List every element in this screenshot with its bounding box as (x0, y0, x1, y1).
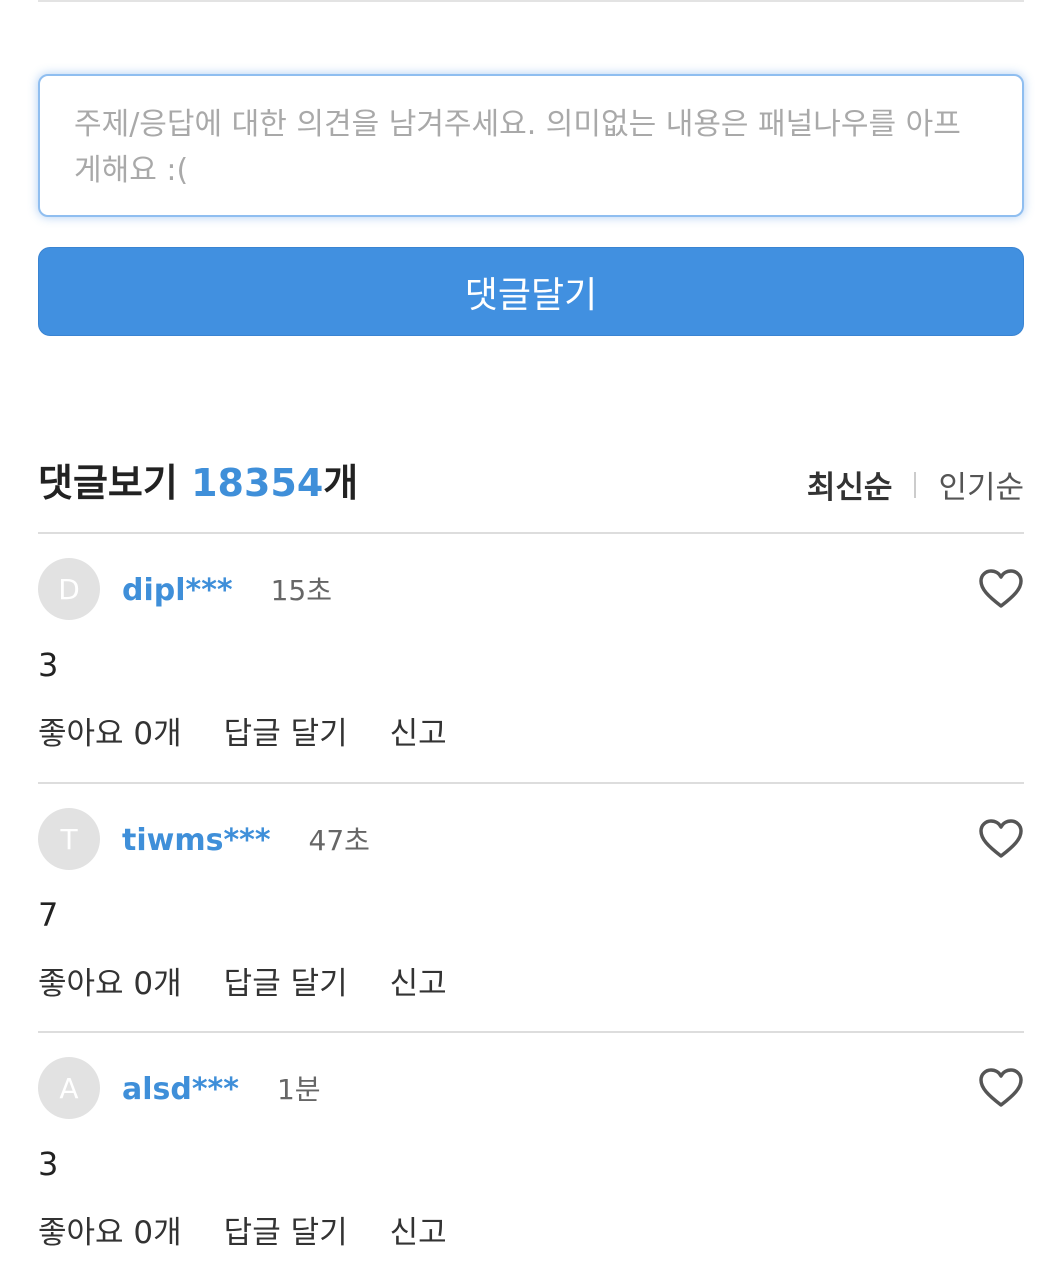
comments-count-suffix: 개 (323, 461, 359, 505)
reply-button[interactable]: 답글 달기 (224, 708, 348, 753)
like-button[interactable]: 좋아요 0개 (38, 708, 182, 753)
comments-title: 댓글보기 18354개 (38, 452, 358, 507)
comments-header: 댓글보기 18354개 최신순 인기순 (38, 448, 1024, 508)
comment-time: 15초 (270, 574, 332, 607)
comment-actions: 좋아요 0개 답글 달기 신고 (38, 708, 447, 753)
avatar: A (38, 1057, 100, 1119)
reply-button[interactable]: 답글 달기 (224, 958, 348, 1003)
comment-item: A alsd*** 1분 3 좋아요 0개 답글 달기 신고 (38, 1033, 1024, 1281)
comment-body: 3 (38, 1145, 59, 1183)
reply-button[interactable]: 답글 달기 (224, 1207, 348, 1252)
avatar: T (38, 808, 100, 870)
comment-body: 3 (38, 646, 59, 684)
comments-count: 18354 (191, 461, 324, 505)
comment-body: 7 (38, 896, 59, 934)
sort-latest-tab[interactable]: 최신순 (807, 462, 893, 507)
avatar: D (38, 558, 100, 620)
report-button[interactable]: 신고 (390, 708, 447, 753)
heart-icon[interactable] (978, 818, 1024, 860)
sort-popular-tab[interactable]: 인기순 (938, 462, 1024, 507)
comment-actions: 좋아요 0개 답글 달기 신고 (38, 1207, 447, 1252)
comment-item: T tiwms*** 47초 7 좋아요 0개 답글 달기 신고 (38, 784, 1024, 1032)
comment-author-line: dipl*** 15초 (122, 569, 332, 609)
comment-input-box[interactable] (38, 74, 1024, 217)
top-divider (38, 0, 1024, 2)
like-button[interactable]: 좋아요 0개 (38, 1207, 182, 1252)
like-button[interactable]: 좋아요 0개 (38, 958, 182, 1003)
comment-time: 47초 (308, 824, 370, 857)
comment-actions: 좋아요 0개 답글 달기 신고 (38, 958, 447, 1003)
report-button[interactable]: 신고 (390, 1207, 447, 1252)
report-button[interactable]: 신고 (390, 958, 447, 1003)
comment-username[interactable]: alsd*** (122, 1072, 239, 1107)
comments-title-label: 댓글보기 (38, 461, 178, 505)
comment-input[interactable] (40, 76, 1022, 215)
sort-divider (914, 471, 917, 498)
comment-username[interactable]: dipl*** (122, 573, 233, 608)
sort-group: 최신순 인기순 (807, 462, 1024, 507)
heart-icon[interactable] (978, 1067, 1024, 1109)
comment-time: 1분 (276, 1073, 321, 1106)
comment-author-line: tiwms*** 47초 (122, 819, 370, 859)
submit-comment-button[interactable]: 댓글달기 (38, 247, 1024, 336)
heart-icon[interactable] (978, 568, 1024, 610)
comment-item: D dipl*** 15초 3 좋아요 0개 답글 달기 신고 (38, 534, 1024, 782)
comment-author-line: alsd*** 1분 (122, 1068, 321, 1108)
comment-username[interactable]: tiwms*** (122, 823, 271, 858)
